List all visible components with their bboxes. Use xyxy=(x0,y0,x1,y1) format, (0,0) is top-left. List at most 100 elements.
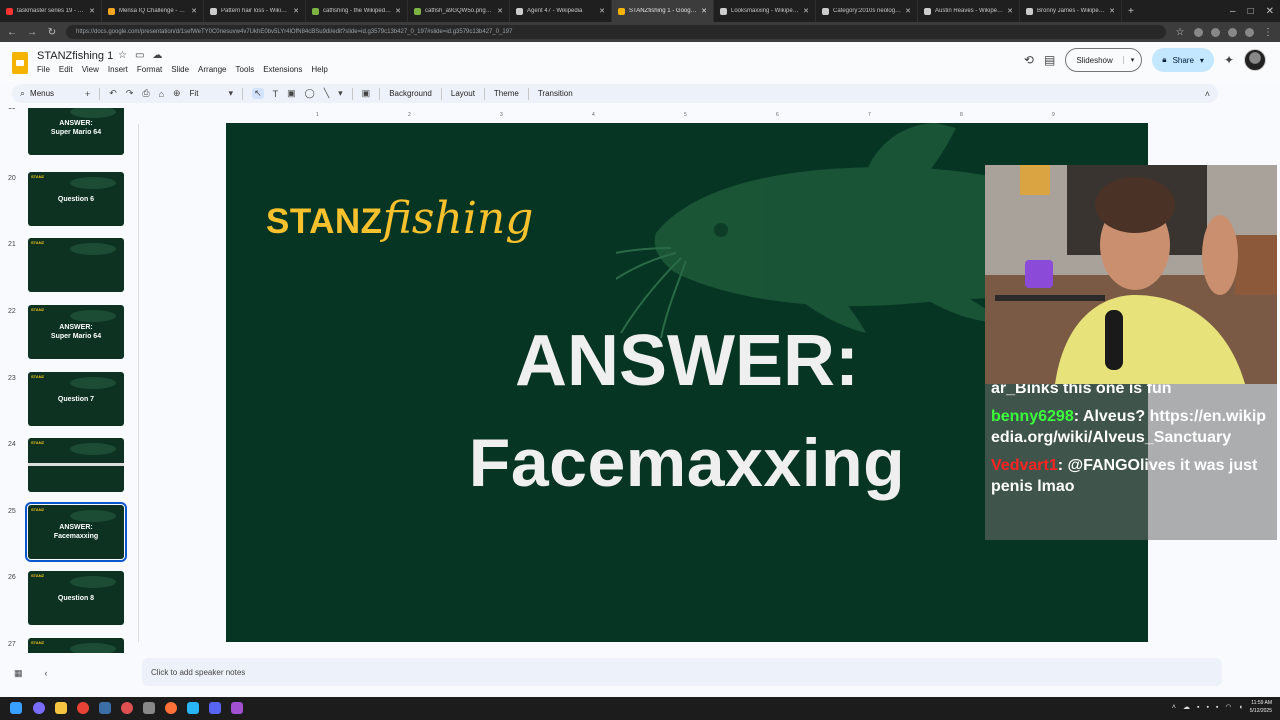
slide-thumbnail[interactable]: STANZ Question 8 xyxy=(28,571,124,625)
menu-item-file[interactable]: File xyxy=(37,65,50,74)
browser-tab[interactable]: STANZfishing 1 - Google Sl ✕ xyxy=(612,0,714,22)
share-dropdown-icon[interactable]: ▾ xyxy=(1200,56,1204,65)
text-box-icon[interactable]: T xyxy=(273,89,279,99)
browser-tab[interactable]: Mensa IQ Challenge - Mens ✕ xyxy=(102,0,204,22)
tab-close-icon[interactable]: ✕ xyxy=(701,7,707,15)
browser-menu-icon[interactable]: ⋮ xyxy=(1262,27,1274,38)
slide-thumbnail[interactable]: STANZ xyxy=(28,438,124,492)
tray-overflow-icon[interactable]: ˄ xyxy=(1172,704,1176,711)
zoom-icon[interactable]: ⊕ xyxy=(173,88,181,99)
slide-thumbnail[interactable]: STANZ xyxy=(28,238,124,292)
menu-item-arrange[interactable]: Arrange xyxy=(198,65,226,74)
copilot-icon[interactable] xyxy=(33,702,45,714)
browser-tab[interactable]: Bronny James - Wikipedia ✕ xyxy=(1020,0,1122,22)
firefox-icon[interactable] xyxy=(165,702,177,714)
star-icon[interactable]: ☆ xyxy=(118,50,127,61)
paint-format-icon[interactable]: ⌂ xyxy=(159,89,164,99)
browser-tab[interactable]: Looksmaxxing - Wikipedia ✕ xyxy=(714,0,816,22)
app-icon[interactable] xyxy=(187,702,199,714)
google-slides-logo-icon[interactable] xyxy=(12,52,28,74)
move-folder-icon[interactable]: ▭ xyxy=(135,50,144,61)
browser-tab[interactable]: catfishing - the Wikipedia g ✕ xyxy=(306,0,408,22)
browser-tab[interactable]: Category:2010s neologism ✕ xyxy=(816,0,918,22)
cloud-icon[interactable]: ☁ xyxy=(1183,703,1190,711)
layout-button[interactable]: Layout xyxy=(451,89,475,98)
chrome-icon[interactable] xyxy=(77,702,89,714)
steam-icon[interactable] xyxy=(99,702,111,714)
image-icon[interactable]: ▣ xyxy=(287,88,296,99)
new-slide-icon[interactable]: + xyxy=(85,89,90,99)
tray-app-icon[interactable]: ▪ xyxy=(1197,704,1199,711)
slide-thumbnail[interactable]: STANZ Question 6 xyxy=(28,172,124,226)
slideshow-button[interactable]: Slideshow ▾ xyxy=(1065,48,1143,72)
select-cursor-icon[interactable]: ↖ xyxy=(252,88,264,99)
cloud-status-icon[interactable]: ☁ xyxy=(152,50,162,61)
share-button[interactable]: 🔒︎ Share ▾ xyxy=(1152,48,1214,72)
collapse-toolbar-icon[interactable]: ˄ xyxy=(1205,89,1210,99)
line-icon[interactable]: ╲ xyxy=(324,88,329,99)
line-dropdown-icon[interactable]: ▾ xyxy=(338,88,343,99)
forward-icon[interactable]: → xyxy=(26,27,38,38)
redo-icon[interactable]: ↷ xyxy=(126,88,134,99)
browser-tab[interactable]: taskmaster series 19 - YouT ✕ xyxy=(0,0,102,22)
menu-item-edit[interactable]: Edit xyxy=(59,65,73,74)
extension-icon[interactable] xyxy=(1228,27,1237,37)
collapse-filmstrip-icon[interactable]: ‹ xyxy=(45,668,48,679)
tab-close-icon[interactable]: ✕ xyxy=(599,7,605,15)
background-button[interactable]: Background xyxy=(389,89,432,98)
tab-close-icon[interactable]: ✕ xyxy=(89,7,95,15)
maximize-window-icon[interactable]: □ xyxy=(1242,6,1260,17)
tab-close-icon[interactable]: ✕ xyxy=(395,7,401,15)
bookmark-star-icon[interactable]: ☆ xyxy=(1174,27,1186,38)
speaker-notes[interactable]: Click to add speaker notes xyxy=(142,658,1222,686)
menu-item-slide[interactable]: Slide xyxy=(171,65,189,74)
windows-start-icon[interactable] xyxy=(10,702,22,714)
discord-icon[interactable] xyxy=(209,702,221,714)
slideshow-dropdown-icon[interactable]: ▾ xyxy=(1122,56,1142,64)
profile-icon[interactable] xyxy=(1245,27,1254,37)
close-window-icon[interactable]: ✕ xyxy=(1260,6,1280,17)
tray-app-icon[interactable]: ▪ xyxy=(1206,704,1208,711)
tray-app-icon[interactable]: ▪ xyxy=(1216,704,1218,711)
document-title[interactable]: STANZfishing 1 xyxy=(37,50,113,62)
browser-tab[interactable]: Austin Reaves - Wikipedia ✕ xyxy=(918,0,1020,22)
app-icon[interactable] xyxy=(143,702,155,714)
network-icon[interactable]: ◠ xyxy=(1225,703,1231,711)
menu-item-insert[interactable]: Insert xyxy=(108,65,128,74)
reload-icon[interactable]: ↻ xyxy=(46,27,58,38)
tab-close-icon[interactable]: ✕ xyxy=(803,7,809,15)
search-menus[interactable]: ⌕ Menus xyxy=(20,88,76,99)
tab-close-icon[interactable]: ✕ xyxy=(191,7,197,15)
tab-close-icon[interactable]: ✕ xyxy=(293,7,299,15)
print-icon[interactable]: ⎙ xyxy=(142,88,149,99)
menu-item-format[interactable]: Format xyxy=(137,65,162,74)
slide-thumbnail[interactable]: STANZANSWER: Super Mario 64 xyxy=(28,108,124,155)
volume-icon[interactable]: ◖ xyxy=(1239,704,1243,711)
tab-close-icon[interactable]: ✕ xyxy=(905,7,911,15)
slide-thumbnail[interactable]: STANZ xyxy=(28,638,124,653)
zoom-dropdown-icon[interactable]: ▾ xyxy=(229,88,234,99)
new-tab-button[interactable]: + xyxy=(1122,6,1140,17)
file-explorer-icon[interactable] xyxy=(55,702,67,714)
menu-item-view[interactable]: View xyxy=(82,65,99,74)
menu-item-tools[interactable]: Tools xyxy=(236,65,255,74)
comment-add-icon[interactable]: ▣ xyxy=(362,88,371,99)
theme-button[interactable]: Theme xyxy=(494,89,519,98)
slide-thumbnail[interactable]: STANZ Question 7 xyxy=(28,372,124,426)
browser-tab[interactable]: catfish_a9GQW5o.png (PN ✕ xyxy=(408,0,510,22)
tab-close-icon[interactable]: ✕ xyxy=(1109,7,1115,15)
slideshow-label[interactable]: Slideshow xyxy=(1066,56,1122,65)
undo-icon[interactable]: ↶ xyxy=(109,88,117,99)
back-icon[interactable]: ← xyxy=(6,27,18,38)
tab-close-icon[interactable]: ✕ xyxy=(497,7,503,15)
menu-item-extensions[interactable]: Extensions xyxy=(263,65,302,74)
app-icon[interactable] xyxy=(121,702,133,714)
extension-icon[interactable] xyxy=(1211,27,1220,37)
url-field[interactable]: https://docs.google.com/presentation/d/1… xyxy=(66,25,1166,39)
browser-tab[interactable]: Pattern hair loss - Wikipedia ✕ xyxy=(204,0,306,22)
minimize-window-icon[interactable]: – xyxy=(1224,6,1242,17)
zoom-select[interactable]: Fit xyxy=(190,89,220,98)
shape-icon[interactable]: ◯ xyxy=(305,88,315,99)
obs-icon[interactable] xyxy=(231,702,243,714)
browser-tab[interactable]: Agent 47 - Wikipedia ✕ xyxy=(510,0,612,22)
